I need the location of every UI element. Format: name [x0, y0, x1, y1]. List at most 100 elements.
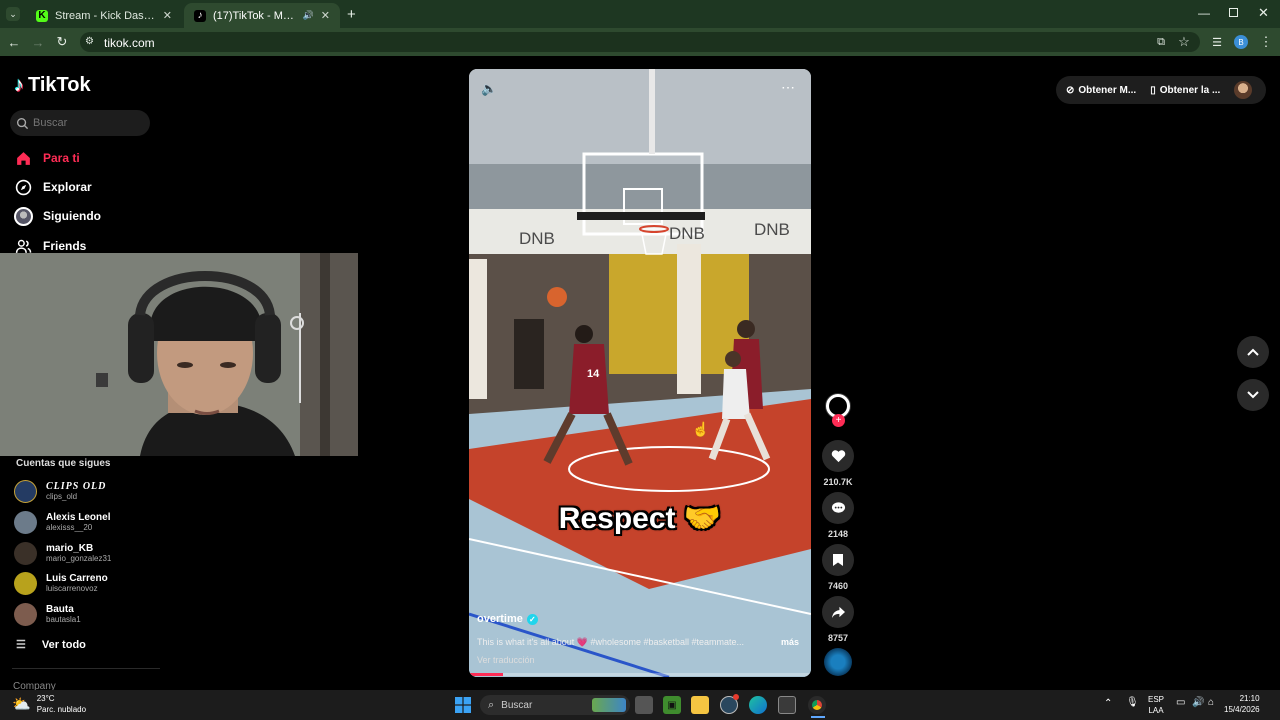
tab-close-icon[interactable]: ✕	[163, 9, 172, 22]
see-translation-link[interactable]: Ver traducción	[477, 655, 535, 665]
language-indicator[interactable]: ESP LAA	[1148, 694, 1164, 716]
jersey-number: 14	[587, 368, 600, 380]
kick-favicon-icon: K	[36, 9, 48, 22]
chevron-down-icon	[1247, 391, 1259, 399]
new-tab-plus-icon[interactable]: +	[347, 6, 356, 23]
next-video-button[interactable]	[1237, 379, 1269, 411]
speaker-icon[interactable]: 🔊	[303, 10, 314, 21]
webcam-person-illustration	[0, 253, 358, 456]
search-icon	[16, 117, 29, 129]
save-button[interactable]	[822, 544, 854, 576]
volume-icon[interactable]: 🔊	[1192, 697, 1204, 708]
caption-more-link[interactable]: más	[781, 637, 799, 647]
search-highlight-icon	[592, 698, 626, 712]
followed-account[interactable]: Luis Carreno luiscarrenovoz	[14, 570, 108, 596]
mouse-cursor-icon: ☝	[692, 421, 710, 437]
media-queue-icon[interactable]: ☰	[1208, 33, 1226, 51]
url-text[interactable]: tikok.com	[104, 36, 155, 50]
forward-arrow-icon[interactable]: →	[29, 33, 47, 51]
followed-account[interactable]: Alexis Leonel alexisss__20	[14, 509, 110, 535]
like-count: 210.7K	[823, 477, 853, 487]
mute-icon[interactable]: 🔈	[481, 81, 497, 97]
minecraft-icon[interactable]: ▣	[663, 696, 681, 714]
video-author[interactable]: overtime ✓	[477, 613, 538, 625]
get-desktop-app-label: Obtener M...	[1078, 84, 1137, 96]
music-disc-icon[interactable]	[824, 648, 852, 676]
store-icon[interactable]	[778, 696, 796, 714]
search-icon: ⌕	[488, 698, 495, 711]
tiktok-note-icon: ♪	[14, 74, 24, 96]
followed-account[interactable]: CLIPS OLD clips_old	[14, 478, 106, 504]
network-icon[interactable]: ▭	[1176, 697, 1185, 708]
like-button[interactable]	[822, 440, 854, 472]
reload-icon[interactable]: ↻	[53, 33, 71, 51]
browser-menu-icon[interactable]: ⋮	[1257, 33, 1275, 51]
nav-item-explore[interactable]: Explorar	[14, 176, 92, 198]
comment-count: 2148	[827, 529, 849, 539]
followed-account[interactable]: Bauta bautasla1	[14, 601, 81, 627]
save-count: 7460	[827, 581, 849, 591]
file-explorer-icon[interactable]	[691, 696, 709, 714]
tab-tiktok[interactable]: ♪ (17)TikTok - Make Your Day 🔊 ✕	[184, 3, 340, 28]
view-all-button[interactable]: ☰ Ver todo	[16, 638, 86, 652]
avatar	[14, 602, 37, 626]
site-info-icon[interactable]: ⚙	[85, 36, 97, 48]
weather-widget[interactable]: ⛅ 23°C Parc. nublado	[12, 693, 86, 715]
avatar	[14, 510, 37, 534]
bookmark-icon	[833, 554, 843, 566]
tab-search-icon[interactable]: ⌄	[6, 7, 20, 21]
get-mobile-app-button[interactable]: ▯ Obtener la ...	[1150, 85, 1220, 96]
minimize-icon[interactable]: —	[1198, 6, 1210, 20]
home-icon	[14, 149, 33, 168]
battery-icon[interactable]: ⌂	[1208, 697, 1214, 708]
search-box[interactable]	[10, 110, 150, 136]
account-handle: bautasla1	[46, 615, 81, 624]
back-arrow-icon[interactable]: ←	[5, 33, 23, 51]
get-desktop-app-button[interactable]: ⊘ Obtener M...	[1066, 85, 1136, 96]
comment-icon	[831, 502, 845, 513]
author-name: overtime	[477, 613, 523, 625]
tab-close-icon[interactable]: ✕	[321, 9, 330, 22]
lang-code-2: LAA	[1148, 706, 1164, 715]
account-name: mario_KB	[46, 543, 94, 554]
share-arrow-icon	[831, 606, 845, 618]
nav-item-following[interactable]: Siguiendo	[14, 205, 101, 227]
video-progress-fill	[469, 673, 504, 676]
video-player[interactable]: DNB DNB DNB 14 🔈 ⋯ Respect 🤝 overtime ✓ …	[469, 69, 811, 677]
nav-label: Para ti	[43, 151, 80, 165]
bookmark-star-icon[interactable]: ☆	[1175, 33, 1193, 51]
task-view-icon[interactable]	[635, 696, 653, 714]
tiktok-logo[interactable]: ♪ TikTok	[14, 74, 91, 97]
nav-label: Explorar	[43, 180, 92, 194]
previous-video-button[interactable]	[1237, 336, 1269, 368]
nav-item-for-you[interactable]: Para ti	[14, 147, 80, 169]
restore-icon[interactable]	[1229, 8, 1238, 17]
profile-avatar[interactable]: B	[1234, 35, 1248, 49]
chrome-icon[interactable]	[808, 696, 826, 714]
comment-button[interactable]	[822, 492, 854, 524]
address-bar[interactable]	[80, 32, 1200, 52]
more-options-icon[interactable]: ⋯	[781, 79, 795, 96]
taskbar-clock[interactable]: 21:10 15/4/2026	[1224, 693, 1260, 715]
follow-plus-icon[interactable]: +	[832, 414, 845, 427]
banner-text-2: DNB	[754, 220, 790, 239]
tab-kick-dashboard[interactable]: K Stream - Kick Dashboard ✕	[26, 3, 182, 28]
account-name: Bauta	[46, 604, 74, 615]
tray-chevron-icon[interactable]: ⌃	[1104, 698, 1112, 709]
banner-text-1: DNB	[669, 224, 705, 243]
microphone-icon[interactable]: 🎙	[1126, 697, 1139, 708]
account-handle: clips_old	[46, 492, 78, 501]
windows-start-icon[interactable]	[454, 696, 472, 714]
following-avatar-icon	[14, 206, 33, 226]
close-window-icon[interactable]: ✕	[1258, 5, 1269, 21]
share-button[interactable]	[822, 596, 854, 628]
edge-icon[interactable]	[749, 696, 767, 714]
search-input[interactable]	[33, 117, 143, 129]
view-all-label: Ver todo	[41, 638, 86, 651]
user-avatar[interactable]	[1234, 81, 1252, 99]
weather-desc: Parc. nublado	[36, 705, 87, 714]
followed-account[interactable]: mario_KB mario_gonzalez31	[14, 540, 111, 566]
taskbar-search[interactable]: ⌕ Buscar	[480, 695, 630, 715]
install-app-icon[interactable]: ⧉	[1152, 33, 1170, 51]
video-progress-track[interactable]	[469, 673, 811, 676]
